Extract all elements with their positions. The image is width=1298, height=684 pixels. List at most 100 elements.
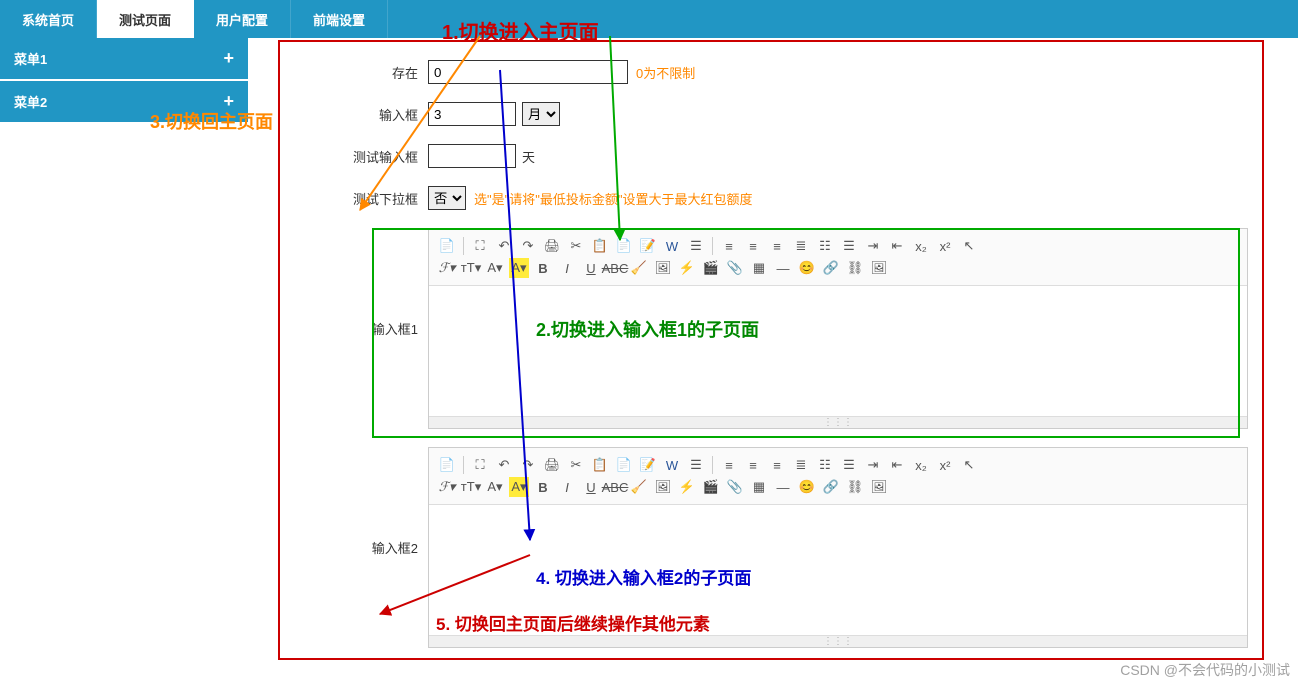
flash-icon[interactable]: ⚡ [677, 477, 697, 497]
undo-icon[interactable]: ↶ [494, 455, 514, 475]
inputbox-input[interactable] [428, 102, 516, 126]
copy-icon[interactable]: 📋 [590, 455, 610, 475]
cut-icon[interactable]: ✂ [566, 455, 586, 475]
indent-icon[interactable]: ⇥ [863, 455, 883, 475]
hr-icon[interactable]: — [773, 258, 793, 278]
paste-text-icon[interactable]: 📝 [638, 455, 658, 475]
strike-icon[interactable]: ABC [605, 477, 625, 497]
align-left-icon[interactable]: ≡ [719, 455, 739, 475]
test-select-hint: 选"是"请将"最低投标金额"设置大于最大红包额度 [474, 189, 752, 208]
font-family-icon[interactable]: ℱ▾ [437, 477, 457, 497]
undo-icon[interactable]: ↶ [494, 236, 514, 256]
align-right-icon[interactable]: ≡ [767, 236, 787, 256]
attach-icon[interactable]: 📎 [725, 477, 745, 497]
editor1-body[interactable] [429, 286, 1247, 416]
font-size-icon[interactable]: тT▾ [461, 477, 481, 497]
paste-icon[interactable]: 📄 [614, 455, 634, 475]
font-size-icon[interactable]: тT▾ [461, 258, 481, 278]
select-all-icon[interactable]: ☰ [686, 455, 706, 475]
bg-color-icon[interactable]: A▾ [509, 477, 529, 497]
bold-icon[interactable]: B [533, 477, 553, 497]
align-right-icon[interactable]: ≡ [767, 455, 787, 475]
outdent-icon[interactable]: ⇤ [887, 455, 907, 475]
emoji-icon[interactable]: 😊 [797, 477, 817, 497]
cursor-icon[interactable]: ↖ [959, 236, 979, 256]
attach-icon[interactable]: 📎 [725, 258, 745, 278]
editor2-body[interactable] [429, 505, 1247, 635]
unlink-icon[interactable]: ⛓ [845, 477, 865, 497]
justify-icon[interactable]: ≣ [791, 236, 811, 256]
flash-icon[interactable]: ⚡ [677, 258, 697, 278]
hr-icon[interactable]: — [773, 477, 793, 497]
list-ol-icon[interactable]: ☷ [815, 455, 835, 475]
cut-icon[interactable]: ✂ [566, 236, 586, 256]
sub-icon[interactable]: x₂ [911, 455, 931, 475]
print-icon[interactable]: 🖨 [542, 455, 562, 475]
align-left-icon[interactable]: ≡ [719, 236, 739, 256]
list-ol-icon[interactable]: ☷ [815, 236, 835, 256]
select-all-icon[interactable]: ☰ [686, 236, 706, 256]
italic-icon[interactable]: I [557, 477, 577, 497]
font-family-icon[interactable]: ℱ▾ [437, 258, 457, 278]
image-icon[interactable]: 🖼 [653, 258, 673, 278]
list-ul-icon[interactable]: ☰ [839, 455, 859, 475]
cursor-icon[interactable]: ↖ [959, 455, 979, 475]
emoji-icon[interactable]: 😊 [797, 258, 817, 278]
print-icon[interactable]: 🖨 [542, 236, 562, 256]
editor1-resize-handle[interactable]: ⋮⋮⋮ [429, 416, 1247, 428]
fullscreen-icon[interactable]: ⛶ [470, 236, 490, 256]
unlink-icon[interactable]: ⛓ [845, 258, 865, 278]
tab-user-config[interactable]: 用户配置 [194, 0, 291, 38]
paste-word-icon[interactable]: W [662, 455, 682, 475]
source-icon[interactable]: 📄 [437, 455, 457, 475]
clear-format-icon[interactable]: 🧹 [629, 477, 649, 497]
sidebar-item-menu1[interactable]: 菜单1 + [0, 38, 248, 79]
italic-icon[interactable]: I [557, 258, 577, 278]
source-icon[interactable]: 📄 [437, 236, 457, 256]
fullscreen-icon[interactable]: ⛶ [470, 455, 490, 475]
bg-color-icon[interactable]: A▾ [509, 258, 529, 278]
list-ul-icon[interactable]: ☰ [839, 236, 859, 256]
exists-input[interactable] [428, 60, 628, 84]
sup-icon[interactable]: x² [935, 236, 955, 256]
sup-icon[interactable]: x² [935, 455, 955, 475]
fullpage-icon[interactable]: 🖼 [869, 477, 889, 497]
fullpage-icon[interactable]: 🖼 [869, 258, 889, 278]
media-icon[interactable]: 🎬 [701, 477, 721, 497]
sidebar-item-menu2[interactable]: 菜单2 + [0, 81, 248, 122]
underline-icon[interactable]: U [581, 258, 601, 278]
copy-icon[interactable]: 📋 [590, 236, 610, 256]
editor2-resize-handle[interactable]: ⋮⋮⋮ [429, 635, 1247, 647]
test-input-field[interactable] [428, 144, 516, 168]
justify-icon[interactable]: ≣ [791, 455, 811, 475]
redo-icon[interactable]: ↷ [518, 236, 538, 256]
align-center-icon[interactable]: ≡ [743, 455, 763, 475]
tab-frontend-settings[interactable]: 前端设置 [291, 0, 388, 38]
exists-hint: 0为不限制 [636, 63, 695, 82]
sub-icon[interactable]: x₂ [911, 236, 931, 256]
tab-home[interactable]: 系统首页 [0, 0, 97, 38]
underline-icon[interactable]: U [581, 477, 601, 497]
table-icon[interactable]: ▦ [749, 477, 769, 497]
paste-text-icon[interactable]: 📝 [638, 236, 658, 256]
exists-label: 存在 [278, 63, 428, 82]
bold-icon[interactable]: B [533, 258, 553, 278]
clear-format-icon[interactable]: 🧹 [629, 258, 649, 278]
unit-select[interactable]: 月 [522, 102, 560, 126]
link-icon[interactable]: 🔗 [821, 477, 841, 497]
link-icon[interactable]: 🔗 [821, 258, 841, 278]
redo-icon[interactable]: ↷ [518, 455, 538, 475]
strike-icon[interactable]: ABC [605, 258, 625, 278]
align-center-icon[interactable]: ≡ [743, 236, 763, 256]
font-color-icon[interactable]: A▾ [485, 477, 505, 497]
outdent-icon[interactable]: ⇤ [887, 236, 907, 256]
image-icon[interactable]: 🖼 [653, 477, 673, 497]
paste-icon[interactable]: 📄 [614, 236, 634, 256]
table-icon[interactable]: ▦ [749, 258, 769, 278]
media-icon[interactable]: 🎬 [701, 258, 721, 278]
indent-icon[interactable]: ⇥ [863, 236, 883, 256]
font-color-icon[interactable]: A▾ [485, 258, 505, 278]
test-select[interactable]: 否 [428, 186, 466, 210]
paste-word-icon[interactable]: W [662, 236, 682, 256]
tab-test-page[interactable]: 测试页面 [97, 0, 194, 38]
